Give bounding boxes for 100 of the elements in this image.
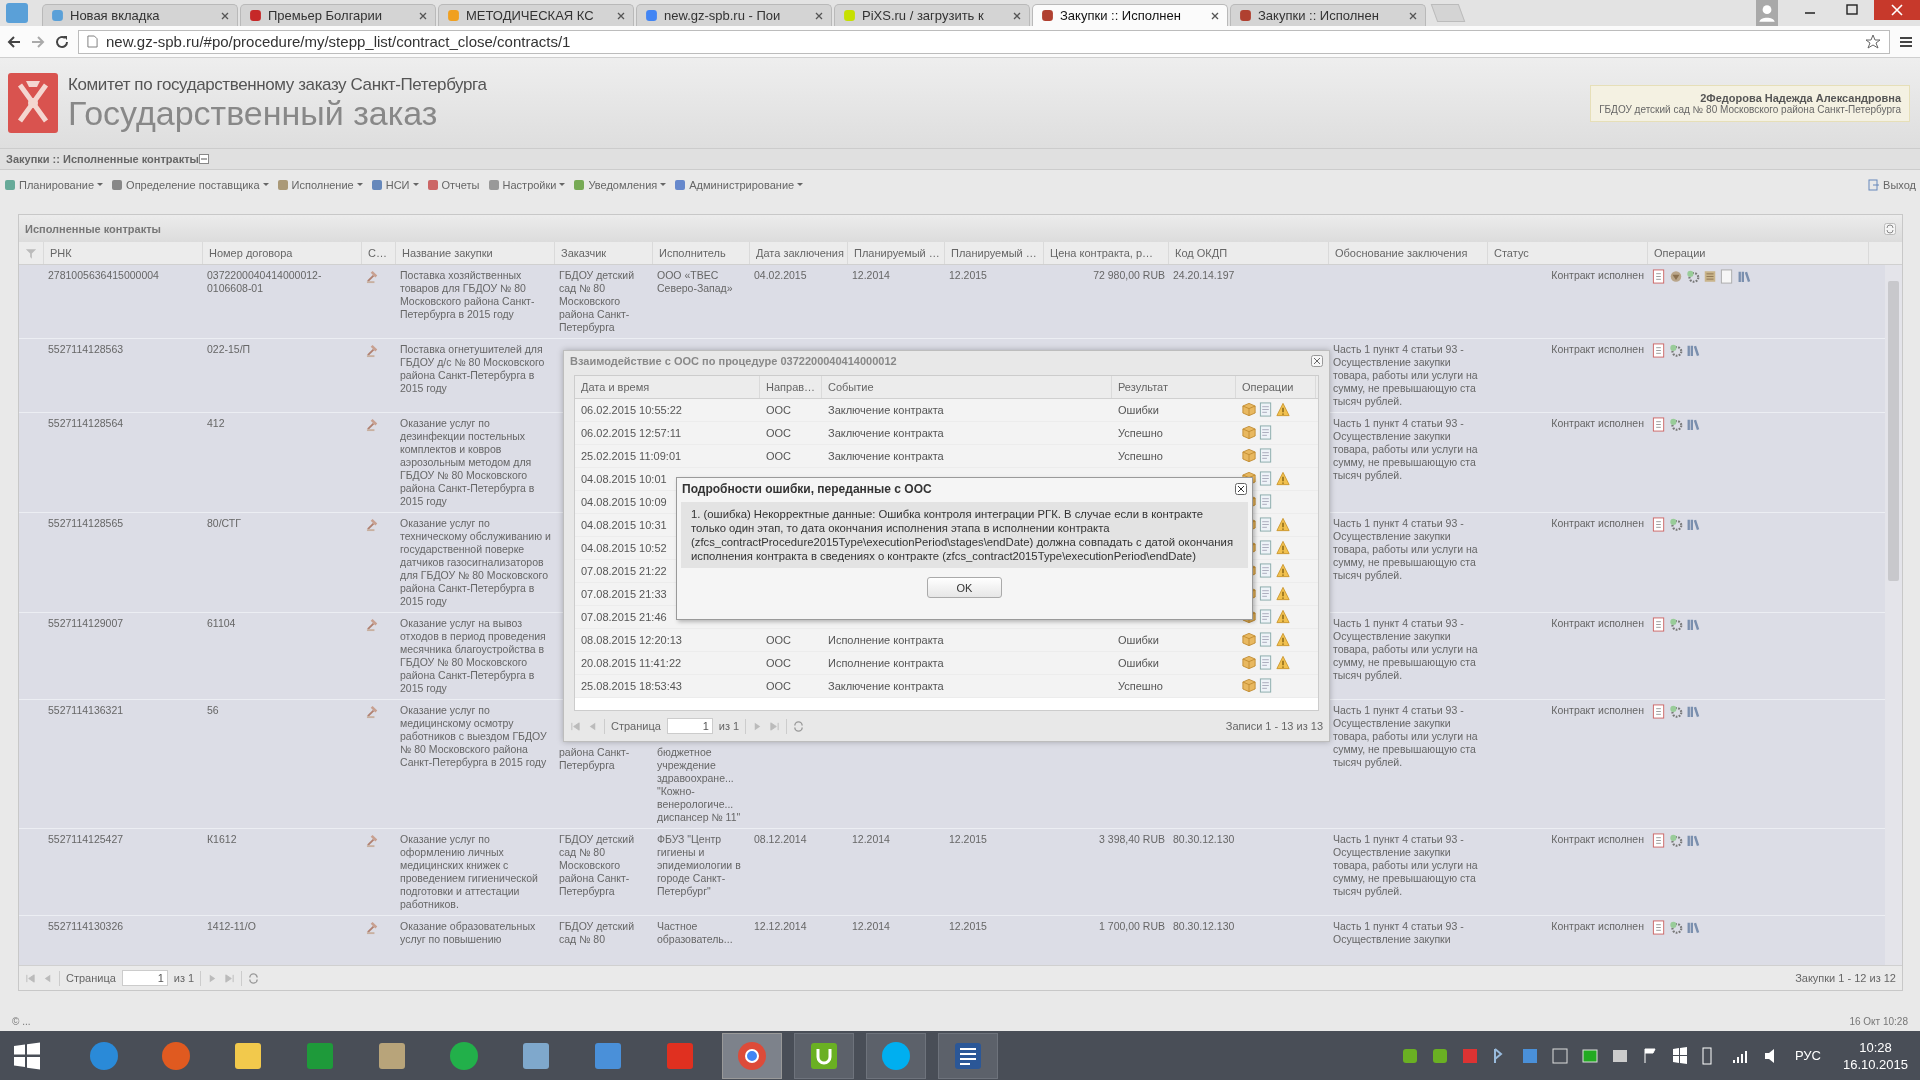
package-icon[interactable] <box>1242 425 1256 440</box>
document-icon[interactable] <box>1259 632 1273 647</box>
gear-icon[interactable] <box>1669 617 1683 633</box>
clock-date[interactable]: 16.10.2015 <box>1842 1055 1908 1073</box>
forward-icon[interactable] <box>30 33 46 50</box>
page-number-field[interactable]: 1 <box>666 718 713 734</box>
warning-icon[interactable] <box>1276 517 1290 532</box>
menu-item[interactable]: Планирование <box>4 178 104 191</box>
column-header[interactable]: Планируемый … <box>945 242 1044 265</box>
document-icon[interactable] <box>1652 343 1666 359</box>
refresh-icon[interactable] <box>1884 222 1896 235</box>
ok-button[interactable]: OK <box>927 577 1002 598</box>
column-header[interactable]: С… <box>362 242 396 265</box>
warning-icon[interactable] <box>1276 563 1290 578</box>
books-icon[interactable] <box>1737 269 1751 285</box>
gear-icon[interactable] <box>1669 920 1683 936</box>
document-icon[interactable] <box>1652 920 1666 936</box>
warning-icon[interactable] <box>1276 655 1290 670</box>
column-header[interactable]: Результат <box>1112 376 1236 398</box>
gear-icon[interactable] <box>1669 517 1683 533</box>
close-icon[interactable] <box>1235 483 1247 495</box>
close-icon[interactable] <box>1211 11 1219 20</box>
menu-item[interactable]: НСИ <box>370 178 419 191</box>
previous-page-icon[interactable] <box>42 972 53 984</box>
last-page-icon[interactable] <box>224 972 236 984</box>
user-icon[interactable] <box>1756 0 1778 26</box>
document-icon[interactable] <box>1259 678 1273 693</box>
start-icon[interactable] <box>12 1040 42 1071</box>
taskbar-button[interactable] <box>794 1032 854 1079</box>
browser-tab[interactable]: Премьер Болгарии <box>240 4 436 26</box>
browser-tab[interactable]: Новая вкладка <box>42 4 238 26</box>
books-icon[interactable] <box>1686 920 1700 936</box>
warning-icon[interactable] <box>1276 586 1290 601</box>
scroll-icon[interactable] <box>1703 269 1717 285</box>
warning-icon[interactable] <box>1276 632 1290 647</box>
books-icon[interactable] <box>1686 417 1700 433</box>
document-icon[interactable] <box>1259 563 1273 578</box>
star-icon[interactable] <box>1865 33 1881 50</box>
books-icon[interactable] <box>1686 833 1700 849</box>
document-icon[interactable] <box>1259 540 1273 555</box>
clock-time[interactable]: 10:28 <box>1859 1038 1892 1056</box>
books-icon[interactable] <box>1686 517 1700 533</box>
document-icon[interactable] <box>1259 425 1273 440</box>
refresh-icon[interactable] <box>793 720 805 732</box>
taskbar-button[interactable] <box>866 1032 926 1079</box>
books-icon[interactable] <box>1686 343 1700 359</box>
browser-tab[interactable]: Закупки :: Исполнен <box>1230 4 1426 26</box>
menu-item[interactable]: Настройки <box>487 178 566 191</box>
reload-icon[interactable] <box>54 33 70 50</box>
gear-icon[interactable] <box>1686 269 1700 285</box>
last-page-icon[interactable] <box>769 720 781 732</box>
books-icon[interactable] <box>1686 704 1700 720</box>
document-icon[interactable] <box>1259 517 1273 532</box>
previous-page-icon[interactable] <box>587 720 598 732</box>
menu-item[interactable]: Определение поставщика <box>111 178 269 191</box>
back-icon[interactable] <box>6 33 22 50</box>
column-header[interactable]: Дата заключения <box>750 242 848 265</box>
column-header[interactable]: Название закупки <box>396 242 555 265</box>
package-icon[interactable] <box>1242 632 1256 647</box>
menu-item[interactable]: Уведомления <box>573 178 667 191</box>
document-icon[interactable] <box>1259 402 1273 417</box>
collapse-icon[interactable] <box>198 154 209 165</box>
scrollbar[interactable] <box>1885 265 1902 965</box>
column-header[interactable]: Обоснование заключения <box>1329 242 1488 265</box>
menu-item[interactable]: Администрирование <box>674 178 804 191</box>
language-indicator[interactable]: РУС <box>1794 1048 1821 1064</box>
package-icon[interactable] <box>1242 448 1256 463</box>
browser-tab[interactable]: МЕТОДИЧЕСКАЯ КС <box>438 4 634 26</box>
document-icon[interactable] <box>1259 494 1273 509</box>
document-icon[interactable] <box>1652 517 1666 533</box>
column-header[interactable]: Заказчик <box>555 242 653 265</box>
browser-tab[interactable]: new.gz-spb.ru - Пои <box>636 4 832 26</box>
address-bar[interactable]: new.gz-spb.ru/#po/procedure/my/stepp_list/contract_close/contracts/1 <box>78 29 1890 54</box>
warning-icon[interactable] <box>1276 609 1290 624</box>
first-page-icon[interactable] <box>570 720 581 732</box>
column-header[interactable]: Код ОКДП <box>1169 242 1329 265</box>
warning-icon[interactable] <box>1276 402 1290 417</box>
gear-icon[interactable] <box>1669 417 1683 433</box>
column-header[interactable]: Дата и время <box>575 376 760 398</box>
logout-link[interactable]: Выход <box>1868 178 1916 191</box>
scrollbar-thumb[interactable] <box>1888 281 1899 582</box>
document-icon[interactable] <box>1652 617 1666 633</box>
column-header[interactable]: Цена контракта, р… <box>1044 242 1169 265</box>
column-header[interactable]: Исполнитель <box>653 242 750 265</box>
books-icon[interactable] <box>1686 617 1700 633</box>
document-icon[interactable] <box>1259 471 1273 486</box>
document-icon[interactable] <box>1259 655 1273 670</box>
document-icon[interactable] <box>1652 833 1666 849</box>
browser-tab[interactable]: PiXS.ru / загрузить к <box>834 4 1030 26</box>
refresh-icon[interactable] <box>248 972 260 984</box>
column-header[interactable]: Номер договора <box>203 242 362 265</box>
column-header[interactable]: Направ… <box>760 376 822 398</box>
taskbar-button[interactable] <box>722 1032 782 1079</box>
gear-icon[interactable] <box>1669 704 1683 720</box>
document-icon[interactable] <box>1259 609 1273 624</box>
document-icon[interactable] <box>1259 586 1273 601</box>
document-icon[interactable] <box>1652 704 1666 720</box>
emblem-icon[interactable] <box>1669 269 1683 285</box>
gear-icon[interactable] <box>1669 833 1683 849</box>
column-header[interactable]: Событие <box>822 376 1112 398</box>
